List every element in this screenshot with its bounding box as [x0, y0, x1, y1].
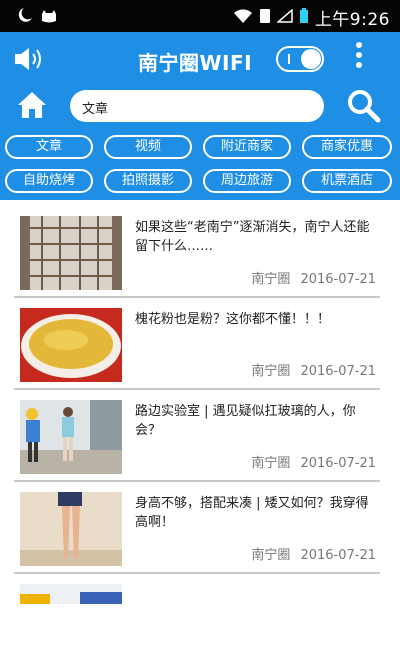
article-thumbnail	[20, 216, 122, 290]
search-input[interactable]: 文章	[70, 90, 324, 122]
article-meta: 南宁圈 2016-07-21	[214, 544, 376, 563]
article-meta: 南宁圈 2016-07-21	[214, 360, 376, 379]
status-bar: 上午9:26	[0, 0, 400, 32]
moon-icon	[14, 7, 34, 27]
article-title: 路边实验室 | 遇见疑似扛玻璃的人，你会？	[135, 404, 356, 438]
article-title: 身高不够，搭配来凑 | 矮又如何？我穿得高啊！	[135, 496, 369, 530]
category-nearby-merchants[interactable]: 附近商家	[203, 135, 291, 159]
article-date: 2016-07-21	[300, 548, 376, 563]
home-icon[interactable]	[16, 90, 48, 124]
category-nearby-travel[interactable]: 周边旅游	[203, 169, 291, 193]
wifi-icon	[233, 8, 253, 28]
article-item[interactable]: 路边实验室 | 遇见疑似扛玻璃的人，你会？ 南宁圈 2016-07-21	[14, 390, 380, 482]
article-thumbnail	[20, 584, 122, 604]
wifi-toggle[interactable]	[276, 46, 324, 72]
article-source: 南宁圈	[251, 548, 291, 563]
article-item[interactable]: 身高不够，搭配来凑 | 矮又如何？我穿得高啊！ 南宁圈 2016-07-21	[14, 482, 380, 574]
article-meta: 南宁圈 2016-07-21	[214, 452, 376, 471]
category-merchant-offers[interactable]: 商家优惠	[302, 135, 392, 159]
article-source: 南宁圈	[251, 364, 291, 379]
category-flights-hotels[interactable]: 机票酒店	[302, 169, 392, 193]
cat-icon	[40, 8, 58, 27]
article-item[interactable]: 如果这些“老南宁”逐渐消失，南宁人还能留下什么…… 南宁圈 2016-07-21	[14, 206, 380, 298]
category-photography[interactable]: 拍照摄影	[104, 169, 192, 193]
app-header: 南宁圈WIFI 文章 文章 视频 附近商家 商家优惠 自助烧烤 拍照摄影 周边旅…	[0, 32, 400, 200]
article-title: 如果这些“老南宁”逐渐消失，南宁人还能留下什么……	[135, 220, 370, 254]
article-thumbnail	[20, 492, 122, 566]
article-date: 2016-07-21	[300, 456, 376, 471]
article-date: 2016-07-21	[300, 272, 376, 287]
signal-icon	[275, 7, 293, 27]
article-item-partial[interactable]	[14, 574, 380, 666]
article-source: 南宁圈	[251, 456, 291, 471]
status-time: 上午9:26	[314, 10, 390, 30]
more-menu-icon[interactable]	[355, 42, 363, 76]
article-date: 2016-07-21	[300, 364, 376, 379]
sim-icon	[259, 8, 271, 28]
article-meta: 南宁圈 2016-07-21	[214, 268, 376, 287]
article-source: 南宁圈	[251, 272, 291, 287]
app-title: 南宁圈WIFI	[138, 51, 253, 75]
battery-icon	[299, 7, 309, 28]
article-thumbnail	[20, 400, 122, 474]
article-thumbnail	[20, 308, 122, 382]
search-icon[interactable]	[346, 88, 382, 128]
category-videos[interactable]: 视频	[104, 135, 192, 159]
search-input-value: 文章	[82, 102, 109, 117]
search-row: 文章	[0, 84, 400, 128]
article-item[interactable]: 槐花粉也是粉？这你都不懂！！！ 南宁圈 2016-07-21	[14, 298, 380, 390]
article-title: 槐花粉也是粉？这你都不懂！！！	[135, 312, 331, 327]
category-articles[interactable]: 文章	[5, 135, 93, 159]
category-self-bbq[interactable]: 自助烧烤	[5, 169, 93, 193]
title-bar: 南宁圈WIFI	[0, 32, 400, 84]
speaker-icon[interactable]	[12, 45, 46, 77]
